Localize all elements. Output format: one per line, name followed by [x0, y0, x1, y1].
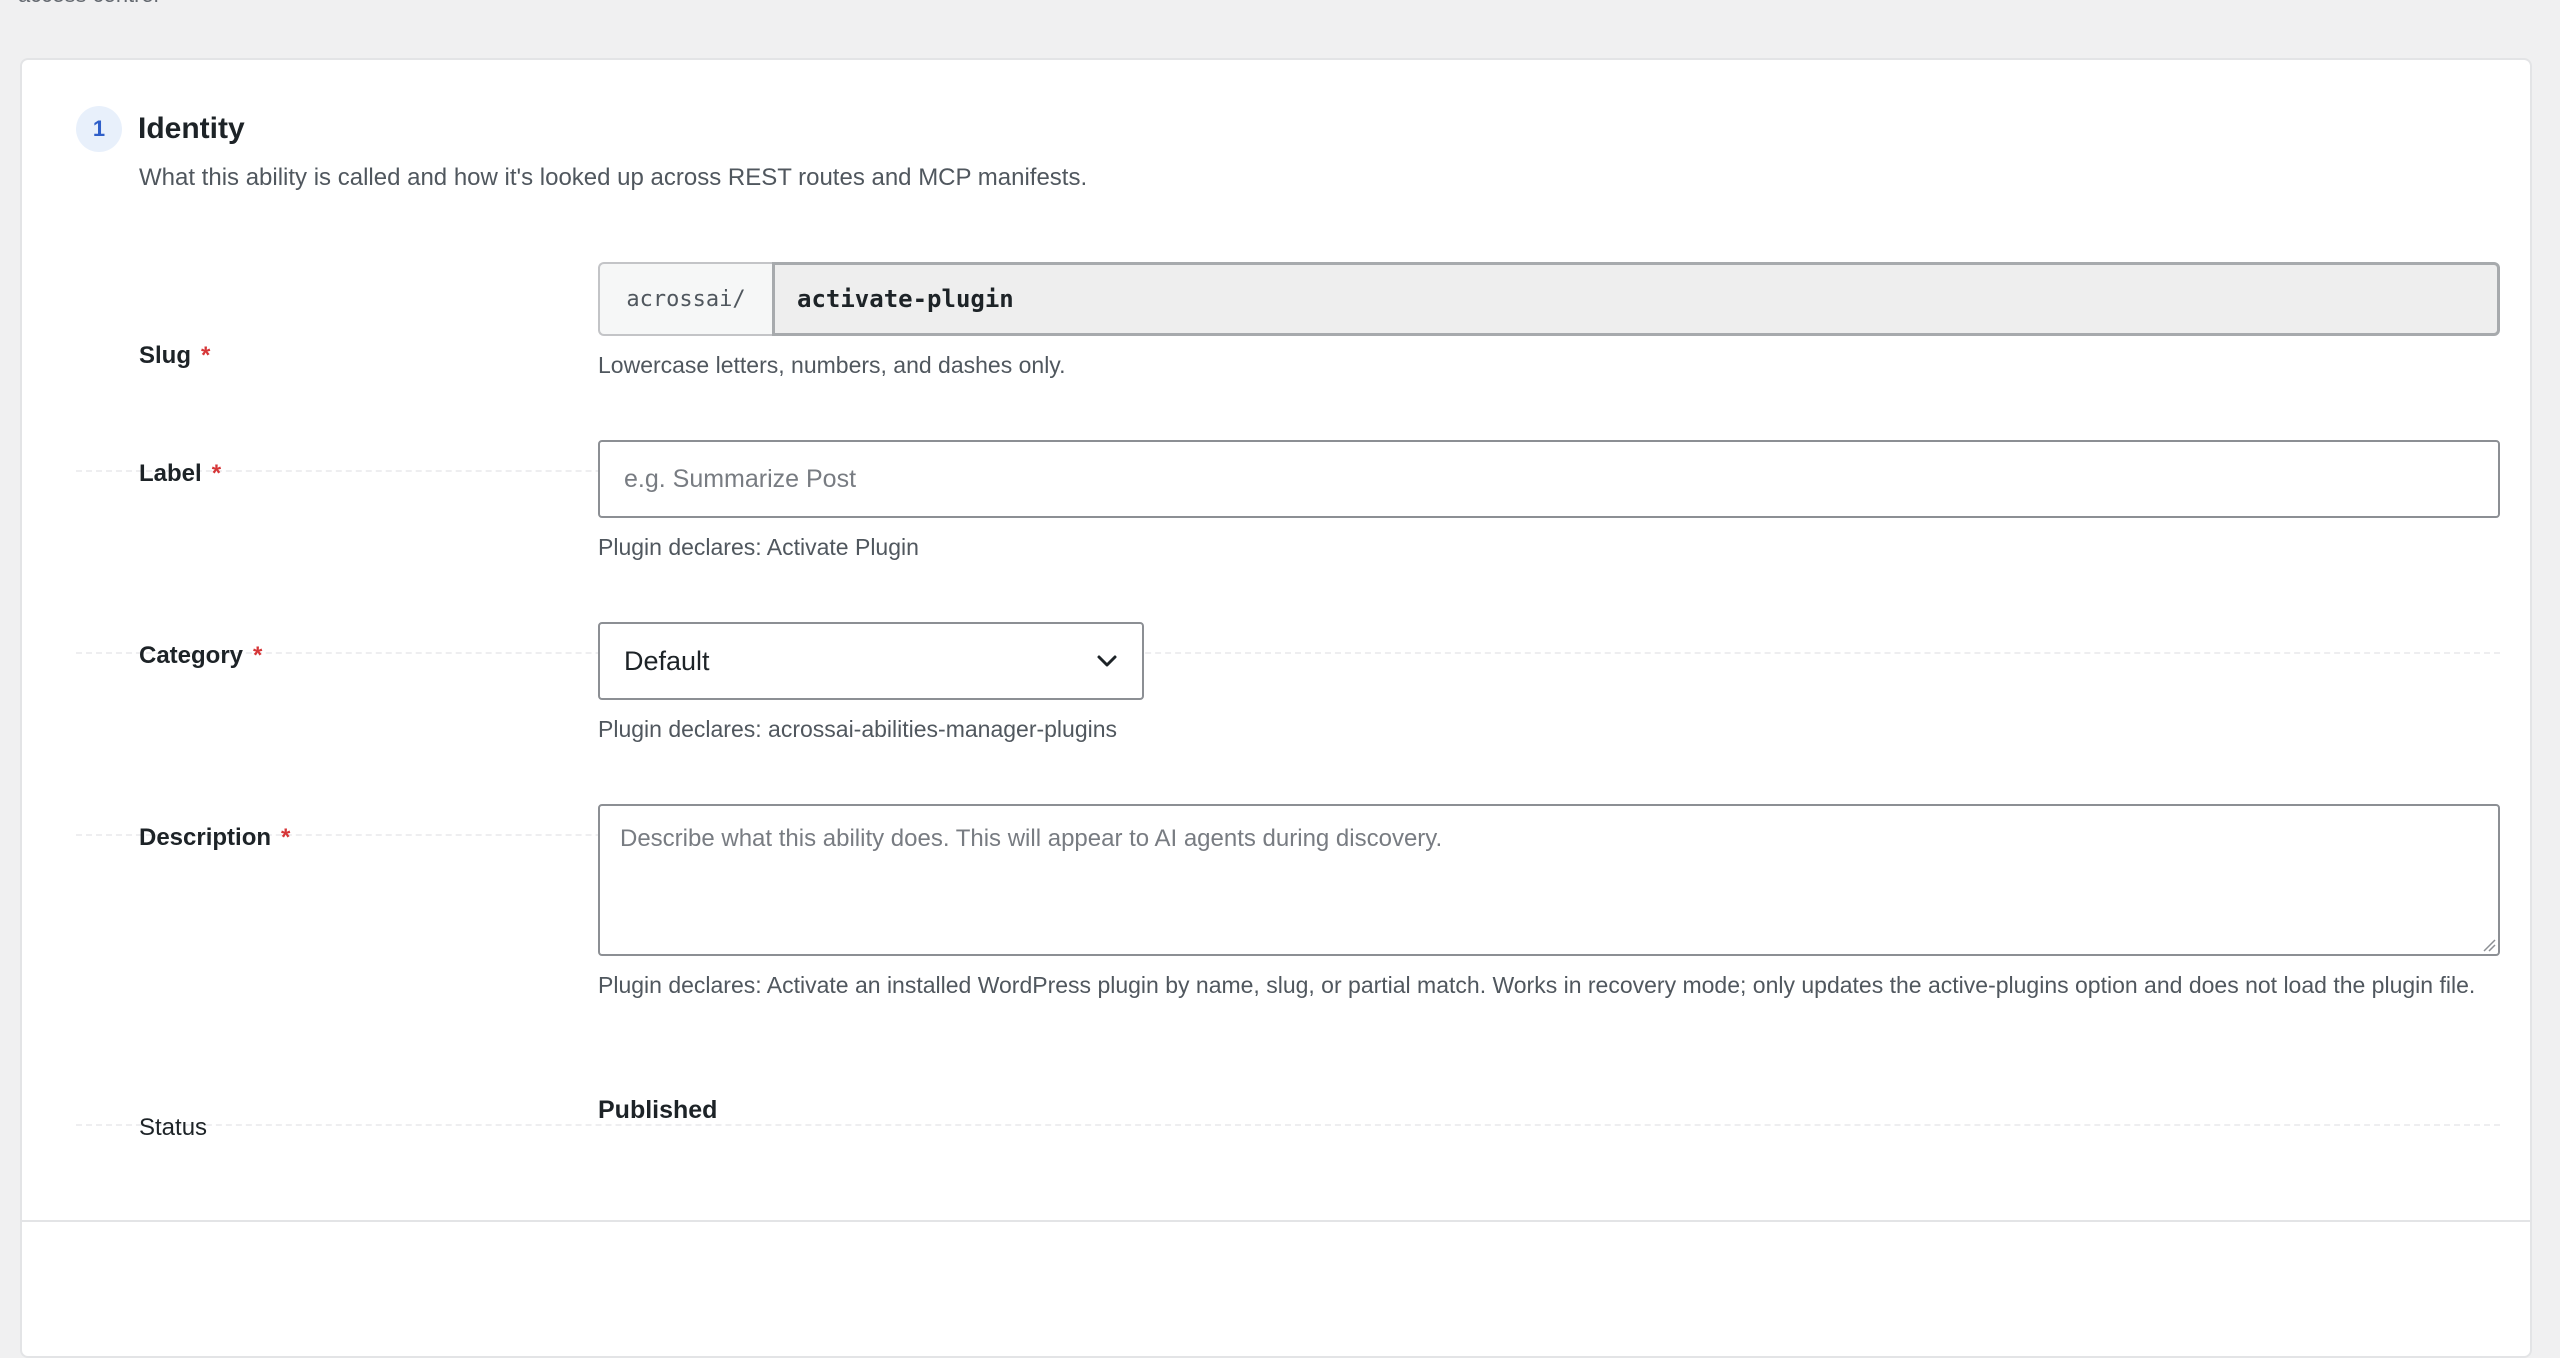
required-indicator: * [201, 342, 211, 369]
required-indicator: * [281, 824, 291, 851]
description-help-text: Plugin declares: Activate an installed W… [598, 972, 2476, 998]
label-label-text: Label [139, 460, 202, 487]
category-label-text: Category [139, 642, 244, 669]
label-help-text: Plugin declares: Activate Plugin [598, 534, 919, 560]
required-indicator: * [253, 642, 263, 669]
category-selected-value: Default [624, 645, 710, 676]
description-control [598, 804, 2500, 956]
slug-help-text: Lowercase letters, numbers, and dashes o… [598, 352, 1066, 378]
slug-control: acrossai/ [598, 262, 2500, 336]
required-indicator: * [211, 460, 222, 487]
slug-label: Slug * [139, 342, 210, 370]
description-label-text: Description [139, 824, 272, 851]
card-divider [22, 1220, 2530, 1222]
slug-input[interactable] [772, 262, 2500, 336]
status-label: Status [139, 1114, 208, 1141]
label-control [598, 440, 2500, 518]
category-label: Category * [139, 642, 262, 670]
section-header: 1 Identity [76, 106, 245, 152]
category-select[interactable]: Default [598, 622, 1144, 700]
resize-grip-icon[interactable] [2480, 936, 2496, 952]
description-textarea[interactable] [598, 804, 2500, 956]
label-input[interactable] [598, 440, 2500, 518]
identity-card: 1 Identity What this ability is called a… [20, 58, 2532, 1358]
category-help-text: Plugin declares: acrossai-abilities-mana… [598, 716, 1118, 742]
section-description: What this ability is called and how it's… [139, 164, 1088, 191]
label-label: Label * [139, 460, 221, 488]
slug-prefix: acrossai/ [598, 262, 772, 336]
step-number-badge: 1 [76, 106, 122, 152]
slug-label-text: Slug [139, 342, 191, 369]
chevron-down-icon [1097, 655, 1117, 667]
slug-field-group: acrossai/ [598, 262, 2500, 336]
breadcrumb-text: access control [18, 0, 159, 8]
category-control: Default [598, 622, 1144, 700]
slug-row: Slug * [76, 220, 2500, 472]
status-value: Published [598, 1096, 718, 1124]
section-title: Identity [138, 112, 245, 145]
description-label: Description * [139, 824, 290, 852]
